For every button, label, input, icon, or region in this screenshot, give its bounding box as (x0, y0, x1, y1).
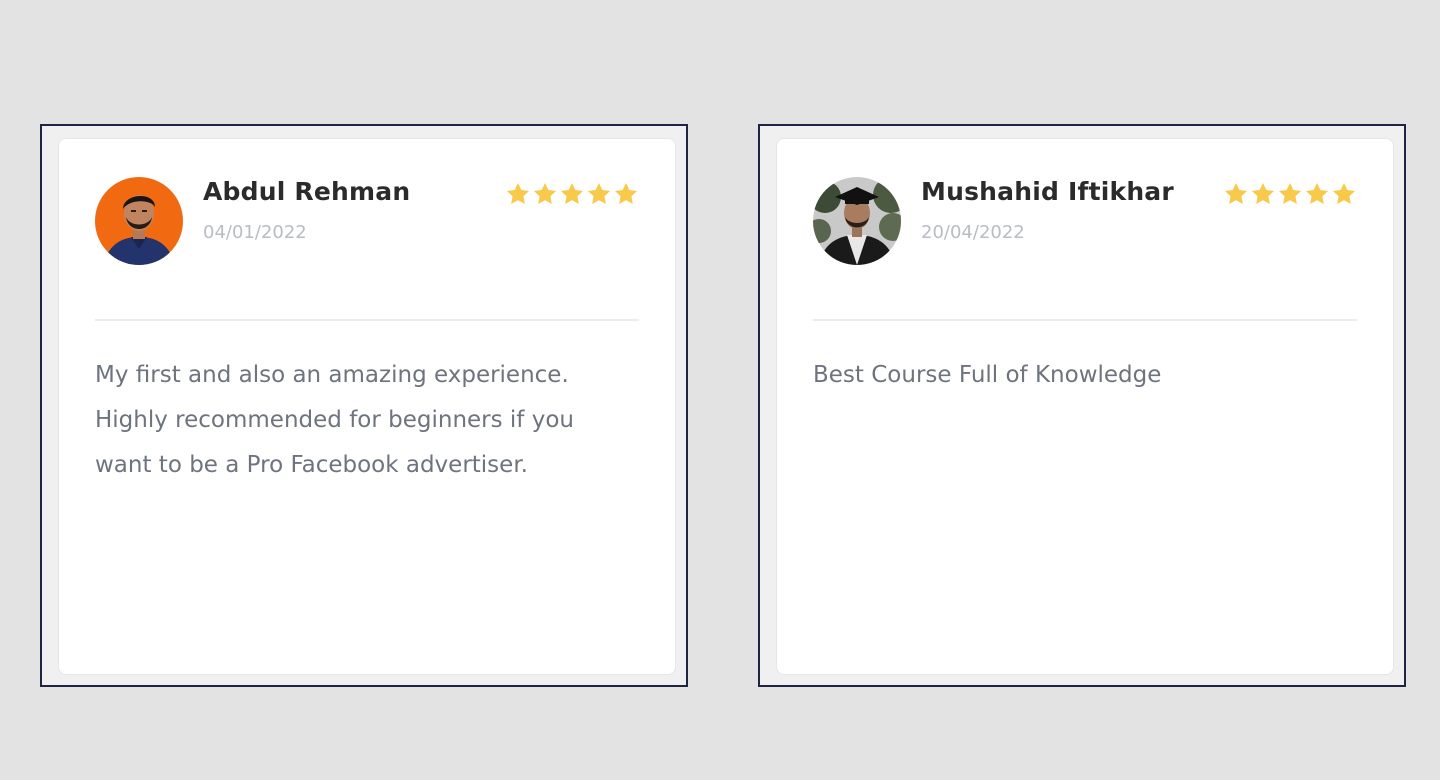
star-icon (506, 182, 530, 204)
review-text: My first and also an amazing experience.… (95, 362, 574, 478)
review-text: Best Course Full of Knowledge (813, 362, 1162, 388)
review-card: Abdul Rehman 04/01/2022 My first and als… (58, 138, 676, 675)
divider (95, 319, 639, 321)
review-date: 20/04/2022 (921, 222, 1025, 243)
avatar (95, 177, 183, 265)
star-icon (1224, 182, 1248, 204)
review-card: Mushahid Iftikhar 20/04/2022 Best Course… (776, 138, 1394, 675)
review-date: 04/01/2022 (203, 222, 307, 243)
star-icon (1251, 182, 1275, 204)
reviewer-name: Mushahid Iftikhar (921, 177, 1174, 206)
review-card-frame-1: Abdul Rehman 04/01/2022 My first and als… (40, 124, 688, 687)
star-rating (505, 181, 639, 207)
review-card-frame-2: Mushahid Iftikhar 20/04/2022 Best Course… (758, 124, 1406, 687)
reviewer-name: Abdul Rehman (203, 177, 411, 206)
avatar (813, 177, 901, 265)
star-icon (587, 182, 611, 204)
star-icon (1278, 182, 1302, 204)
star-rating (1223, 181, 1357, 207)
star-icon (614, 182, 638, 204)
star-icon (1332, 182, 1356, 204)
star-icon (560, 182, 584, 204)
star-icon (533, 182, 557, 204)
divider (813, 319, 1357, 321)
star-icon (1305, 182, 1329, 204)
